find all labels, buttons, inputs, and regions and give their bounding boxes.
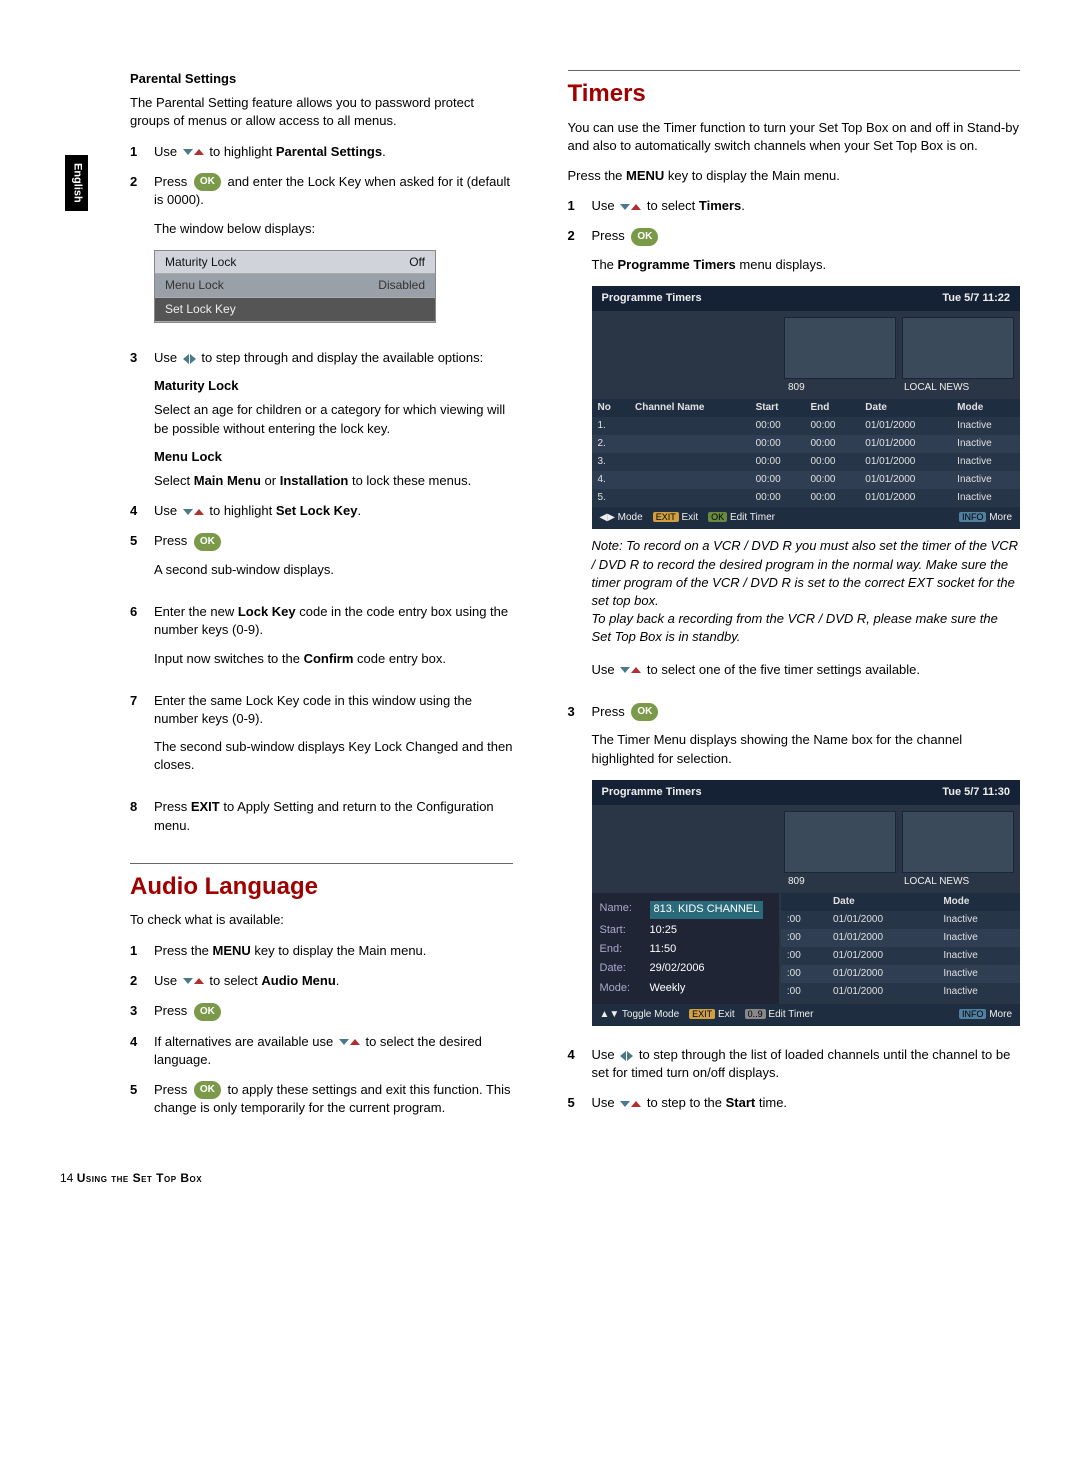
updown-icon (183, 149, 204, 155)
updown-icon (183, 509, 204, 515)
ok-icon: OK (194, 533, 221, 551)
step-num: 7 (130, 692, 144, 787)
preview-thumbnail (902, 811, 1014, 873)
programme-timers-window: Programme Timers Tue 5/7 11:22 809 LOCAL… (592, 286, 1021, 529)
updown-icon (620, 1101, 641, 1107)
programme-timers-edit-window: Programme Timers Tue 5/7 11:30 809 LOCAL… (592, 780, 1021, 1026)
step-body: Press OK A second sub-window displays. (154, 532, 513, 591)
ok-icon: OK (194, 173, 221, 191)
step-body: Use to highlight Parental Settings. (154, 143, 513, 161)
ok-icon: OK (631, 228, 658, 246)
updown-icon (620, 204, 641, 210)
step-body: Enter the new Lock Key code in the code … (154, 603, 513, 680)
updown-icon (339, 1039, 360, 1045)
timer-table: No Channel Name Start End Date Mode 1.00… (592, 399, 1021, 507)
leftright-icon (183, 354, 196, 364)
step-num: 2 (130, 173, 144, 337)
ok-icon: OK (631, 703, 658, 721)
step-body: Use to step through and display the avai… (154, 349, 513, 490)
updown-icon (183, 978, 204, 984)
parental-settings-window: Maturity LockOff Menu LockDisabled Set L… (154, 250, 436, 323)
parental-heading: Parental Settings (130, 70, 513, 88)
menu-instruction: Press the MENU key to display the Main m… (568, 167, 1021, 185)
step-num: 4 (130, 502, 144, 520)
audio-heading: Audio Language (130, 870, 513, 904)
step-body: Press EXIT to Apply Setting and return t… (154, 798, 513, 834)
page-footer: 14 Using the Set Top Box (60, 1170, 1020, 1187)
ok-icon: OK (194, 1081, 221, 1099)
timer-form: Name:813. KIDS CHANNELStart:10:25End:11:… (592, 893, 779, 1004)
step-num: 6 (130, 603, 144, 680)
divider (568, 70, 1021, 71)
timers-intro: You can use the Timer function to turn y… (568, 119, 1021, 155)
preview-thumbnail (902, 317, 1014, 379)
step-num: 3 (130, 349, 144, 490)
leftright-icon (620, 1051, 633, 1061)
updown-icon (620, 667, 641, 673)
divider (130, 863, 513, 864)
step-num: 5 (130, 532, 144, 591)
step-body: Press OK and enter the Lock Key when ask… (154, 173, 513, 337)
step-num: 1 (130, 143, 144, 161)
ok-icon: OK (194, 1003, 221, 1021)
preview-thumbnail (784, 811, 896, 873)
timers-heading: Timers (568, 77, 1021, 111)
step-body: Use to highlight Set Lock Key. (154, 502, 513, 520)
timer-note: Note: To record on a VCR / DVD R you mus… (592, 537, 1021, 646)
step-num: 8 (130, 798, 144, 834)
step-body: Enter the same Lock Key code in this win… (154, 692, 513, 787)
audio-intro: To check what is available: (130, 911, 513, 929)
preview-thumbnail (784, 317, 896, 379)
parental-intro: The Parental Setting feature allows you … (130, 94, 513, 130)
language-tab: English (65, 155, 88, 211)
